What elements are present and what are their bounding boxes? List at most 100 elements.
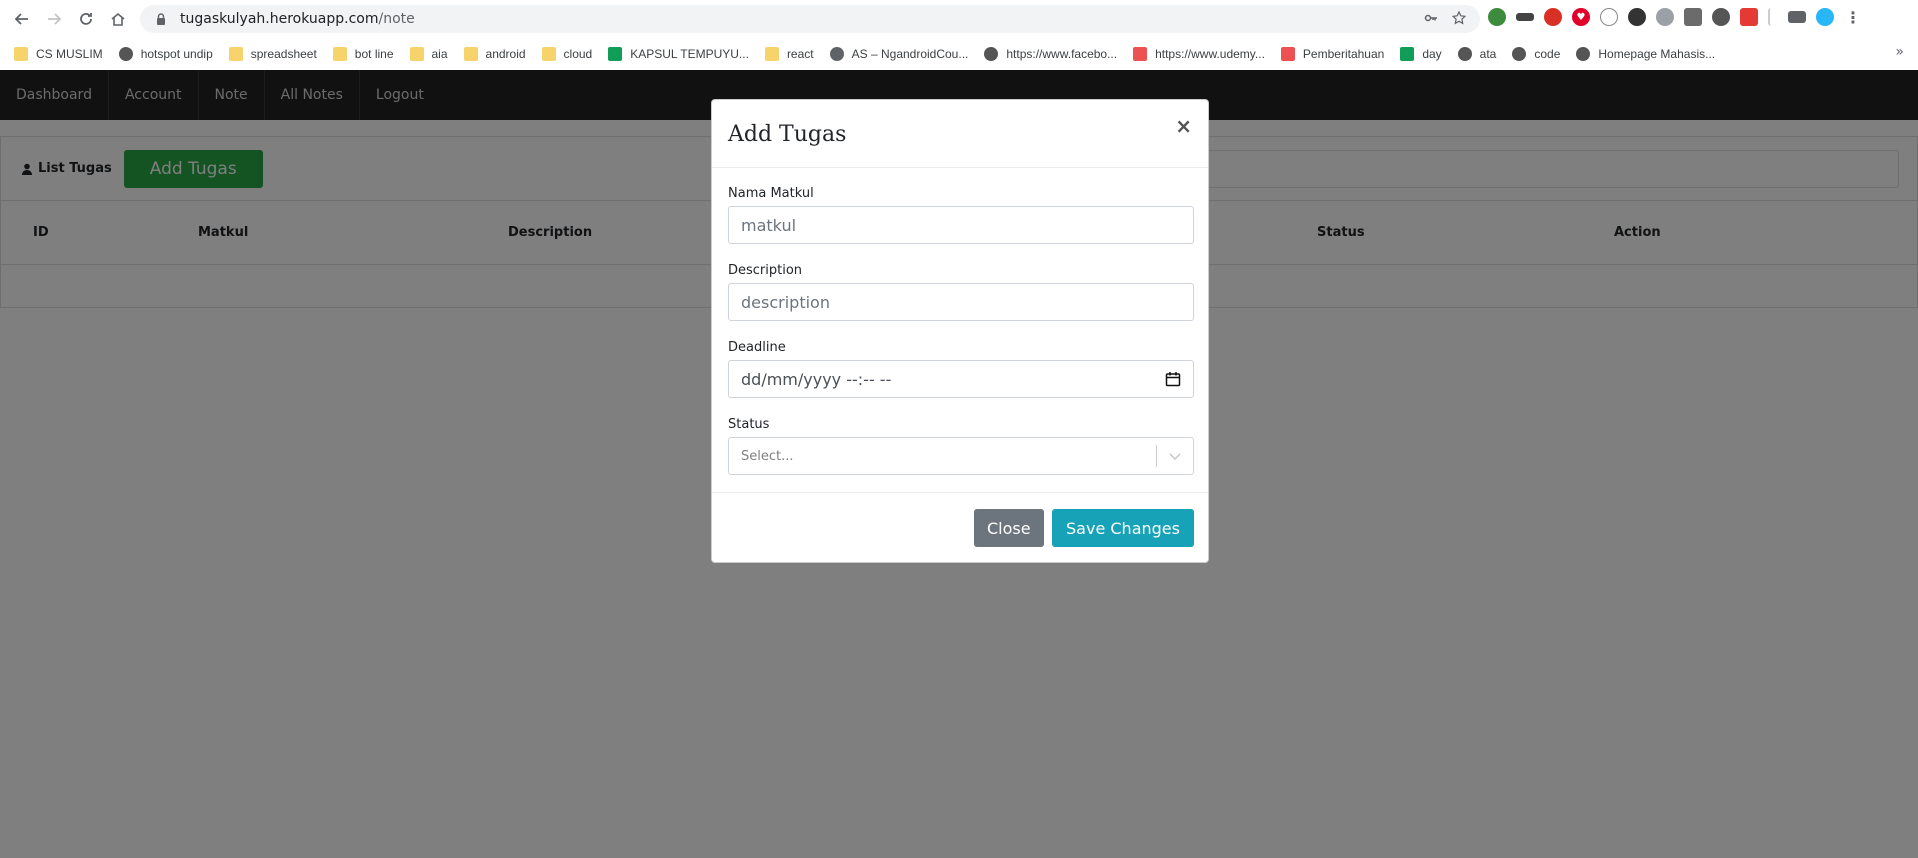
globe-icon: [829, 47, 844, 61]
bookmark-item[interactable]: https://www.udemy...: [1133, 47, 1265, 61]
bookmark-item[interactable]: AS – NgandroidCou...: [829, 47, 969, 61]
description-label: Description: [728, 263, 803, 278]
extension-icon[interactable]: [1600, 8, 1618, 26]
profile-avatar[interactable]: [1816, 8, 1834, 26]
modal-footer: Close Save Changes: [712, 493, 1208, 563]
deadline-input[interactable]: dd/mm/yyyy --:-- --: [728, 360, 1194, 398]
bookmark-item[interactable]: Pemberitahuan: [1280, 47, 1385, 61]
bookmark-item[interactable]: bot line: [332, 47, 394, 61]
matkul-input[interactable]: matkul: [728, 206, 1194, 244]
folder-icon: [14, 47, 28, 61]
close-icon[interactable]: ×: [1175, 116, 1192, 136]
bookmark-label: Pemberitahuan: [1302, 47, 1385, 61]
description-input[interactable]: description: [728, 283, 1194, 321]
status-label: Status: [728, 417, 770, 432]
folder-icon: [228, 47, 243, 61]
bookmark-item[interactable]: day: [1400, 47, 1442, 61]
extensions-bar: ♥ ⋮: [1488, 8, 1862, 27]
folder-icon: [764, 47, 779, 61]
bookmark-label: android: [485, 47, 526, 61]
extension-icon[interactable]: [1488, 8, 1506, 26]
site-icon: [1457, 47, 1472, 61]
add-tugas-modal: Add Tugas × Nama Matkul matkul Descripti…: [711, 99, 1209, 563]
folder-icon: [332, 47, 347, 61]
address-bar[interactable]: tugaskulyah.herokuapp.com/note: [140, 5, 1480, 33]
site-icon: [1512, 47, 1527, 61]
bookmark-item[interactable]: spreadsheet: [228, 47, 317, 61]
bookmark-item[interactable]: aia: [409, 47, 448, 61]
save-changes-button[interactable]: Save Changes: [1052, 509, 1194, 547]
modal-body: Nama Matkul matkul Description descripti…: [712, 168, 1208, 493]
extension-icon[interactable]: [1516, 13, 1534, 21]
shield-icon[interactable]: [1740, 8, 1758, 26]
site-icon: [984, 47, 999, 61]
reload-icon[interactable]: [70, 3, 102, 35]
bookmark-label: bot line: [354, 47, 394, 61]
site-icon: [118, 47, 133, 61]
bookmark-item[interactable]: android: [463, 47, 526, 61]
bookmarks-bar: CS MUSLIM hotspot undip spreadsheet bot lin…: [0, 38, 1918, 70]
bookmark-label: cloud: [563, 47, 593, 61]
select-indicator: [1156, 438, 1193, 474]
bookmark-item[interactable]: CS MUSLIM: [14, 47, 103, 61]
matkul-label: Nama Matkul: [728, 186, 814, 201]
menu-dots-icon[interactable]: ⋮: [1844, 8, 1862, 27]
status-select[interactable]: Select...: [728, 437, 1194, 475]
bookmark-label: hotspot undip: [140, 47, 213, 61]
bookmark-item[interactable]: react: [764, 47, 814, 61]
chevron-down-icon[interactable]: [1157, 449, 1193, 463]
bookmark-item[interactable]: cloud: [541, 47, 593, 61]
bookmark-label: CS MUSLIM: [36, 47, 103, 61]
deadline-placeholder: dd/mm/yyyy --:-- --: [741, 369, 892, 389]
site-icon: [1576, 47, 1591, 61]
folder-icon: [409, 47, 424, 61]
url-path: /note: [378, 11, 415, 27]
status-placeholder: Select...: [741, 448, 794, 464]
close-button[interactable]: Close: [974, 509, 1044, 547]
udemy-icon: [1280, 47, 1295, 61]
bookmarks-more-icon[interactable]: »: [1895, 44, 1904, 60]
key-icon[interactable]: [1424, 11, 1438, 25]
bookmark-label: ata: [1479, 47, 1497, 61]
back-icon[interactable]: [6, 3, 38, 35]
modal-header: Add Tugas ×: [712, 100, 1208, 168]
bookmark-item[interactable]: Homepage Mahasis...: [1576, 47, 1715, 61]
bookmark-label: AS – NgandroidCou...: [851, 47, 969, 61]
calendar-icon[interactable]: [1165, 371, 1181, 387]
home-icon[interactable]: [102, 3, 134, 35]
extension-icon[interactable]: [1684, 8, 1702, 26]
sheets-icon: [1400, 47, 1415, 61]
forward-icon[interactable]: [38, 3, 70, 35]
bookmark-label: code: [1534, 47, 1561, 61]
udemy-icon: [1133, 47, 1148, 61]
bookmark-item[interactable]: KAPSUL TEMPUYU...: [608, 47, 749, 61]
extension-icon[interactable]: [1712, 8, 1730, 26]
bookmark-item[interactable]: code: [1512, 47, 1560, 61]
lock-icon: [157, 13, 165, 25]
star-icon[interactable]: [1452, 11, 1466, 25]
deadline-label: Deadline: [728, 340, 786, 355]
globe-icon[interactable]: [1656, 8, 1674, 26]
bookmark-label: Homepage Mahasis...: [1598, 47, 1716, 61]
folder-icon: [463, 47, 478, 61]
folder-icon: [541, 47, 556, 61]
bookmark-item[interactable]: https://www.facebo...: [984, 47, 1117, 61]
bookmark-item[interactable]: hotspot undip: [118, 47, 213, 61]
bookmark-label: https://www.udemy...: [1155, 47, 1265, 61]
bookmark-item[interactable]: ata: [1457, 47, 1497, 61]
url-host: tugaskulyah.herokuapp.com: [180, 11, 379, 27]
bookmark-label: https://www.facebo...: [1006, 47, 1118, 61]
bookmark-label: aia: [431, 47, 448, 61]
bookmark-label: react: [786, 47, 814, 61]
media-icon[interactable]: [1788, 11, 1806, 23]
separator: [1768, 8, 1778, 26]
bookmark-label: day: [1422, 47, 1442, 61]
heart-icon[interactable]: ♥: [1572, 8, 1590, 26]
sheets-icon: [608, 47, 623, 61]
extension-icon[interactable]: [1544, 8, 1562, 26]
browser-toolbar: tugaskulyah.herokuapp.com/note ♥ ⋮: [0, 0, 1918, 38]
extension-icon[interactable]: [1628, 8, 1646, 26]
bookmark-label: KAPSUL TEMPUYU...: [630, 47, 749, 61]
bookmark-label: spreadsheet: [250, 47, 317, 61]
modal-title: Add Tugas: [728, 122, 847, 147]
